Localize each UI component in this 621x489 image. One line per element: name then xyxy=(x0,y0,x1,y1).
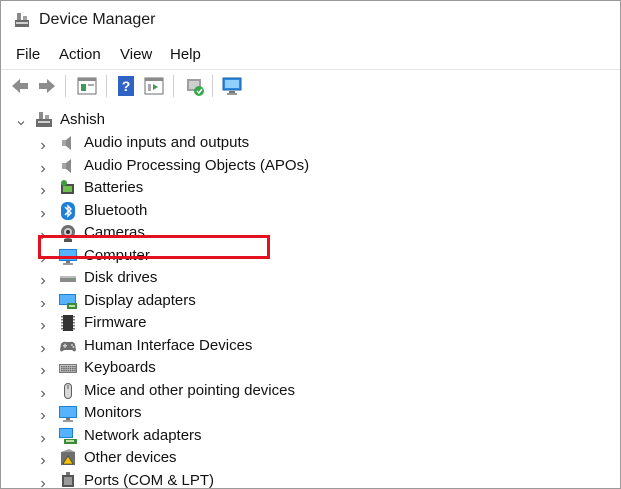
action-pane-icon[interactable] xyxy=(143,75,165,97)
tree-item-label: Human Interface Devices xyxy=(84,336,253,354)
chevron-right-icon[interactable] xyxy=(38,386,48,397)
tree-item-label: Monitors xyxy=(84,404,142,421)
tree-item-firmware[interactable]: Firmware xyxy=(1,312,620,334)
tree-item-label: Ports (COM & LPT) xyxy=(84,471,215,489)
tree-item-disk-drives[interactable]: Disk drives xyxy=(1,267,620,289)
tree-item-mice-and-other-pointing-devices[interactable]: Mice and other pointing devices xyxy=(1,380,620,402)
tree-item-audio-processing-objects-apos[interactable]: Audio Processing Objects (APOs) xyxy=(1,155,620,177)
title-bar: Device Manager xyxy=(1,1,620,41)
toolbar-separator xyxy=(65,75,66,97)
properties-pane-icon[interactable] xyxy=(76,75,98,97)
tree-item-label: Audio inputs and outputs xyxy=(84,134,250,151)
tree-item-batteries[interactable]: Batteries xyxy=(1,177,620,199)
update-driver-icon[interactable] xyxy=(183,75,205,97)
tree-item-human-interface-devices[interactable]: Human Interface Devices xyxy=(1,335,620,357)
back-arrow-icon[interactable] xyxy=(9,75,31,97)
tree-item-audio-inputs-and-outputs[interactable]: Audio inputs and outputs xyxy=(1,132,620,154)
chevron-right-icon[interactable] xyxy=(38,161,48,172)
tree-item-label: Batteries xyxy=(84,179,144,196)
forward-arrow-icon[interactable] xyxy=(36,75,58,97)
chevron-right-icon[interactable] xyxy=(38,273,48,285)
device-tree: Ashish Audio inputs and outputs Audio Proc… xyxy=(1,102,620,488)
chevron-right-icon[interactable] xyxy=(38,408,48,420)
menu-bar: File Action View Help xyxy=(1,41,620,69)
bluetooth-icon xyxy=(58,201,78,221)
chevron-right-icon[interactable] xyxy=(38,138,48,150)
tree-item-label: Keyboards xyxy=(84,359,156,376)
monitor-icon xyxy=(58,403,78,423)
chevron-right-icon[interactable] xyxy=(38,318,48,330)
toolbar-separator xyxy=(173,75,174,97)
gamepad-icon xyxy=(58,336,78,356)
unknown-device-icon xyxy=(58,448,78,468)
tree-item-ports-com-lpt[interactable]: Ports (COM & LPT) xyxy=(1,470,620,489)
chevron-right-icon[interactable] xyxy=(38,453,48,465)
chevron-right-icon[interactable] xyxy=(38,431,48,442)
highlight-box xyxy=(38,235,270,259)
speaker-icon xyxy=(58,156,78,176)
tree-item-keyboards[interactable]: Keyboards xyxy=(1,357,620,379)
chevron-down-icon[interactable] xyxy=(16,115,26,126)
tree-item-label: Display adapters xyxy=(84,291,196,309)
chevron-right-icon[interactable] xyxy=(38,296,48,307)
battery-icon xyxy=(58,178,78,198)
computer-root-icon xyxy=(34,110,54,130)
chevron-right-icon[interactable] xyxy=(38,183,48,195)
chevron-right-icon[interactable] xyxy=(38,341,48,352)
network-adapter-icon xyxy=(58,426,78,446)
tree-item-network-adapters[interactable]: Network adapters xyxy=(1,425,620,447)
tree-root-row[interactable]: Ashish xyxy=(1,109,620,131)
tree-item-other-devices[interactable]: Other devices xyxy=(1,447,620,469)
display-adapter-icon xyxy=(58,291,78,311)
menu-file[interactable]: File xyxy=(16,46,40,63)
menu-view[interactable]: View xyxy=(120,46,152,63)
tree-item-label: Disk drives xyxy=(84,269,158,286)
chevron-right-icon[interactable] xyxy=(38,363,48,375)
tree-item-label: Bluetooth xyxy=(84,201,148,219)
menu-help[interactable]: Help xyxy=(170,46,201,63)
toolbar-separator xyxy=(212,75,213,97)
device-manager-app-icon xyxy=(15,13,29,27)
tree-item-label: Audio Processing Objects (APOs) xyxy=(84,156,310,174)
disk-drive-icon xyxy=(58,268,78,288)
tree-item-label: Network adapters xyxy=(84,426,202,444)
tree-item-label: Firmware xyxy=(84,314,147,331)
svg-text:?: ? xyxy=(122,78,131,94)
speaker-icon xyxy=(58,133,78,153)
chevron-right-icon[interactable] xyxy=(38,206,48,217)
mouse-icon xyxy=(58,381,78,401)
tree-item-label: Other devices xyxy=(84,449,177,466)
tree-item-bluetooth[interactable]: Bluetooth xyxy=(1,200,620,222)
tree-item-monitors[interactable]: Monitors xyxy=(1,402,620,424)
keyboard-icon xyxy=(58,358,78,378)
chevron-right-icon[interactable] xyxy=(38,476,48,487)
tree-item-label: Mice and other pointing devices xyxy=(84,381,295,399)
window-title: Device Manager xyxy=(39,11,156,28)
toolbar-separator xyxy=(106,75,107,97)
menu-action[interactable]: Action xyxy=(59,46,101,63)
toolbar: ? xyxy=(1,69,620,103)
help-icon[interactable]: ? xyxy=(115,75,137,97)
scan-hardware-icon[interactable] xyxy=(221,75,243,97)
tree-root-label: Ashish xyxy=(60,111,106,128)
tree-item-display-adapters[interactable]: Display adapters xyxy=(1,290,620,312)
firmware-chip-icon xyxy=(58,313,78,333)
port-icon xyxy=(58,471,78,489)
device-manager-window: Device Manager File Action View Help ? A… xyxy=(0,0,621,489)
